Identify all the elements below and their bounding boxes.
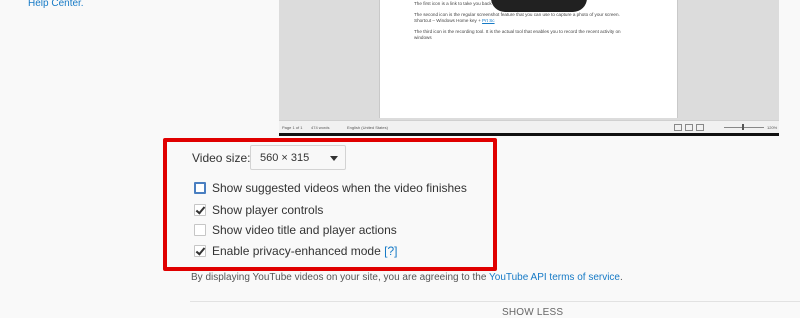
chevron-down-icon [330, 156, 338, 161]
suggested-videos-checkbox[interactable] [194, 182, 206, 194]
doc-line: Shortcut – Windows Home key + Prt Sc [414, 18, 495, 24]
print-layout-icon [685, 124, 693, 131]
terms-period: . [620, 272, 623, 283]
doc-line: The third icon is the recording tool. It… [414, 29, 621, 34]
help-center-link[interactable]: Help Center. [28, 0, 84, 9]
player-controls-checkbox[interactable] [194, 204, 206, 216]
video-size-label: Video size: [192, 151, 251, 165]
status-language: English (United States) [347, 125, 388, 130]
divider [190, 301, 800, 302]
video-preview[interactable]: The first icon is a link to take you bac… [279, 0, 779, 136]
show-less-button[interactable]: SHOW LESS [502, 307, 563, 318]
doc-line-text: Shortcut – Windows Home key + [414, 18, 481, 23]
video-size-value: 560 × 315 [260, 152, 310, 164]
video-size-select[interactable]: 560 × 315 [250, 145, 346, 170]
option-label: Enable privacy-enhanced mode [?] [212, 244, 397, 258]
status-page: Page 1 of 1 [282, 125, 303, 130]
read-mode-icon [674, 124, 682, 131]
privacy-help-link[interactable]: [?] [384, 244, 397, 258]
status-words: 474 words [311, 125, 330, 130]
zoom-slider-thumb [742, 124, 744, 130]
option-label: Show video title and player actions [212, 223, 397, 237]
document-status-bar: Page 1 of 1 474 words English (United St… [279, 120, 779, 133]
option-label: Show suggested videos when the video fin… [212, 181, 467, 195]
doc-line: windows [414, 35, 432, 40]
play-button-icon[interactable] [491, 0, 587, 12]
doc-link: Prt Sc [482, 18, 495, 23]
status-zoom: 120% [767, 125, 778, 130]
web-layout-icon [696, 124, 704, 131]
view-mode-icons [674, 124, 707, 132]
terms-text: By displaying YouTube videos on your sit… [191, 272, 487, 283]
terms-of-service-link[interactable]: YouTube API terms of service [489, 272, 620, 283]
document-page: The first icon is a link to take you bac… [379, 0, 678, 118]
zoom-slider [724, 127, 764, 128]
terms-notice: By displaying YouTube videos on your sit… [191, 272, 623, 283]
privacy-mode-checkbox[interactable] [194, 245, 206, 257]
title-actions-checkbox[interactable] [194, 224, 206, 236]
option-label: Show player controls [212, 203, 324, 217]
privacy-mode-label: Enable privacy-enhanced mode [212, 244, 381, 258]
